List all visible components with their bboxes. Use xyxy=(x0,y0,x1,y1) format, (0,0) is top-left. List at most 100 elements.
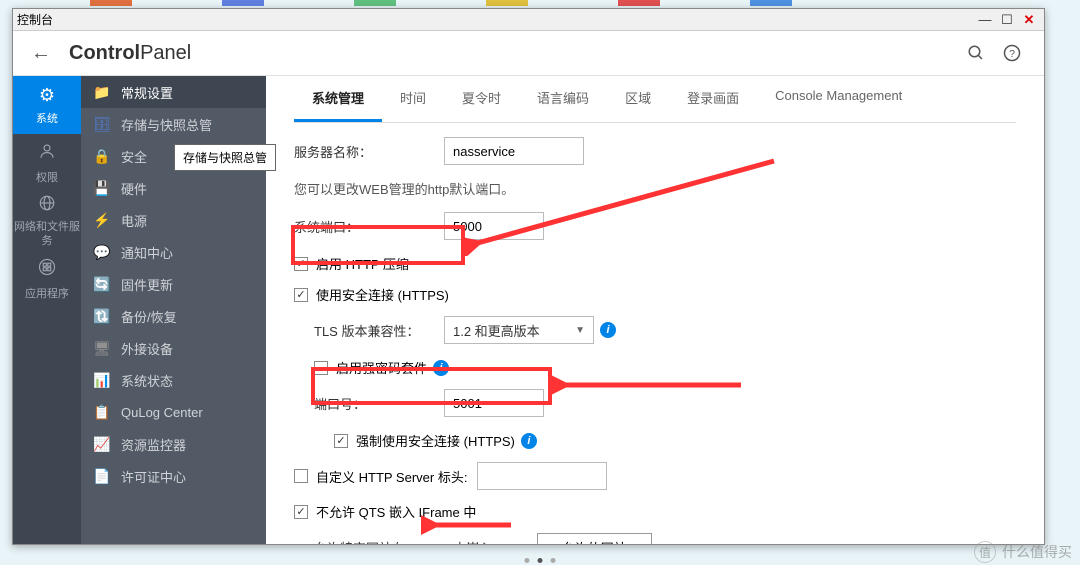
sidebar-item[interactable]: 🗄 存储与快照总管 xyxy=(81,108,266,140)
sidebar-item[interactable]: 🔄 固件更新 xyxy=(81,268,266,300)
back-button[interactable]: ← xyxy=(31,42,51,65)
hover-tooltip: 存储与快照总管 xyxy=(174,144,276,171)
sidebar-icon: 📄 xyxy=(93,468,111,485)
sidebar-item-label: 系统状态 xyxy=(121,371,173,390)
custom-header-label: 自定义 HTTP Server 标头: xyxy=(316,467,467,486)
svg-text:?: ? xyxy=(1009,48,1015,60)
close-button[interactable]: ✕ xyxy=(1018,11,1040,29)
strong-cipher-checkbox[interactable] xyxy=(314,361,328,375)
sidebar-item-label: 备份/恢复 xyxy=(121,307,177,326)
sidebar-item[interactable]: 🖥 外接设备 xyxy=(81,332,266,364)
rail-privilege[interactable]: 权限 xyxy=(13,134,81,192)
sidebar-icon: 🔒 xyxy=(93,148,111,165)
port-note: 您可以更改WEB管理的http默认端口。 xyxy=(294,179,1016,198)
sidebar-item[interactable]: 📈 资源监控器 xyxy=(81,428,266,460)
strong-cipher-label: 启用强密码套件 xyxy=(336,358,427,377)
sidebar-icon: 💾 xyxy=(93,180,111,197)
sidebar-item[interactable]: 📁 常规设置 xyxy=(81,76,266,108)
sidebar-item-label: 外接设备 xyxy=(121,339,173,358)
rail-applications[interactable]: 应用程序 xyxy=(13,250,81,308)
sidebar-icon: ⚡ xyxy=(93,212,111,229)
sidebar-icon: 🗄 xyxy=(93,116,111,133)
custom-header-checkbox[interactable] xyxy=(294,469,308,483)
server-name-label: 服务器名称： xyxy=(294,142,444,161)
titlebar: 控制台 — ☐ ✕ xyxy=(13,9,1044,31)
no-iframe-label: 不允许 QTS 嵌入 IFrame 中 xyxy=(316,502,476,521)
sidebar-item[interactable]: 📄 许可证中心 xyxy=(81,460,266,492)
tls-label: TLS 版本兼容性： xyxy=(314,321,444,340)
sidebar-item-label: QuLog Center xyxy=(121,405,203,420)
tab[interactable]: 区域 xyxy=(607,76,669,122)
tls-select[interactable]: 1.2 和更高版本 ▼ xyxy=(444,316,594,344)
globe-icon xyxy=(38,194,56,217)
sidebar-item-label: 通知中心 xyxy=(121,243,173,262)
rail-system[interactable]: ⚙ 系统 xyxy=(13,76,81,134)
sidebar-icon: 🔄 xyxy=(93,276,111,293)
sidebar-icon: 📊 xyxy=(93,372,111,389)
info-icon[interactable]: i xyxy=(600,322,616,338)
tab[interactable]: Console Management xyxy=(757,76,920,122)
allowed-sites-button[interactable]: 允许的网站 xyxy=(537,533,652,544)
custom-header-input[interactable] xyxy=(477,462,607,490)
page-dots xyxy=(525,558,556,563)
sidebar-item-label: 硬件 xyxy=(121,179,147,198)
control-panel-window: 控制台 — ☐ ✕ ← ControlPanel ? ⚙ 系统 xyxy=(12,8,1045,545)
tab[interactable]: 语言编码 xyxy=(519,76,607,122)
tabs: 系统管理时间夏令时语言编码区域登录画面Console Management xyxy=(294,76,1016,123)
content-area: 系统管理时间夏令时语言编码区域登录画面Console Management 服务… xyxy=(266,76,1044,544)
sidebar-icon: 📈 xyxy=(93,436,111,453)
maximize-button[interactable]: ☐ xyxy=(996,11,1018,29)
tab[interactable]: 夏令时 xyxy=(444,76,519,122)
apps-icon xyxy=(38,258,56,281)
port-num-label: 端口号： xyxy=(314,394,444,413)
sidebar-icon: 💬 xyxy=(93,244,111,261)
window-title: 控制台 xyxy=(17,11,53,28)
sidebar-item-label: 资源监控器 xyxy=(121,435,186,454)
sidebar-item-label: 固件更新 xyxy=(121,275,173,294)
force-https-checkbox[interactable] xyxy=(334,434,348,448)
sidebar-item[interactable]: 📊 系统状态 xyxy=(81,364,266,396)
minimize-button[interactable]: — xyxy=(974,11,996,29)
sidebar-item-label: 存储与快照总管 xyxy=(121,115,212,134)
sidebar-item-label: 安全 xyxy=(121,147,147,166)
search-icon[interactable] xyxy=(962,39,990,67)
sidebar-item[interactable]: 💬 通知中心 xyxy=(81,236,266,268)
sidebar-item[interactable]: ⚡ 电源 xyxy=(81,204,266,236)
sidebar-item-label: 许可证中心 xyxy=(121,467,186,486)
help-icon[interactable]: ? xyxy=(998,39,1026,67)
sidebar-icon: 🔃 xyxy=(93,308,111,325)
https-label: 使用安全连接 (HTTPS) xyxy=(316,285,449,304)
annotation-arrow xyxy=(464,156,784,256)
header: ← ControlPanel ? xyxy=(13,31,1044,76)
tab[interactable]: 登录画面 xyxy=(669,76,757,122)
category-rail: ⚙ 系统 权限 网络和文件服务 应用程序 xyxy=(13,76,81,544)
sidebar-icon: 📋 xyxy=(93,404,111,421)
info-icon[interactable]: i xyxy=(521,433,537,449)
iframe-allow-text: 允许特定网站在 IFrame 中嵌入 QTS xyxy=(314,538,523,545)
server-name-input[interactable] xyxy=(444,137,584,165)
no-iframe-checkbox[interactable] xyxy=(294,505,308,519)
http-compress-label: 启用 HTTP 压缩 xyxy=(316,254,409,273)
system-port-label: 系统端口： xyxy=(294,217,444,236)
user-icon xyxy=(38,142,56,165)
chevron-down-icon: ▼ xyxy=(575,325,585,336)
system-port-input[interactable] xyxy=(444,212,544,240)
watermark: 值 什么值得买 xyxy=(974,541,1072,563)
https-checkbox[interactable] xyxy=(294,288,308,302)
sidebar-item[interactable]: 🔃 备份/恢复 xyxy=(81,300,266,332)
rail-network[interactable]: 网络和文件服务 xyxy=(13,192,81,250)
sidebar-item[interactable]: 📋 QuLog Center xyxy=(81,396,266,428)
sidebar-item[interactable]: 💾 硬件 xyxy=(81,172,266,204)
port-num-input[interactable] xyxy=(444,389,544,417)
force-https-label: 强制使用安全连接 (HTTPS) xyxy=(356,431,515,450)
sidebar-item-label: 电源 xyxy=(121,211,147,230)
tab[interactable]: 系统管理 xyxy=(294,76,382,122)
sidebar-icon: 🖥 xyxy=(93,340,111,357)
gear-icon: ⚙ xyxy=(39,85,55,106)
info-icon[interactable]: i xyxy=(433,360,449,376)
sidebar-item-label: 常规设置 xyxy=(121,83,173,102)
page-title: ControlPanel xyxy=(69,42,191,65)
tab[interactable]: 时间 xyxy=(382,76,444,122)
http-compress-checkbox[interactable] xyxy=(294,257,308,271)
sidebar-icon: 📁 xyxy=(93,84,111,101)
